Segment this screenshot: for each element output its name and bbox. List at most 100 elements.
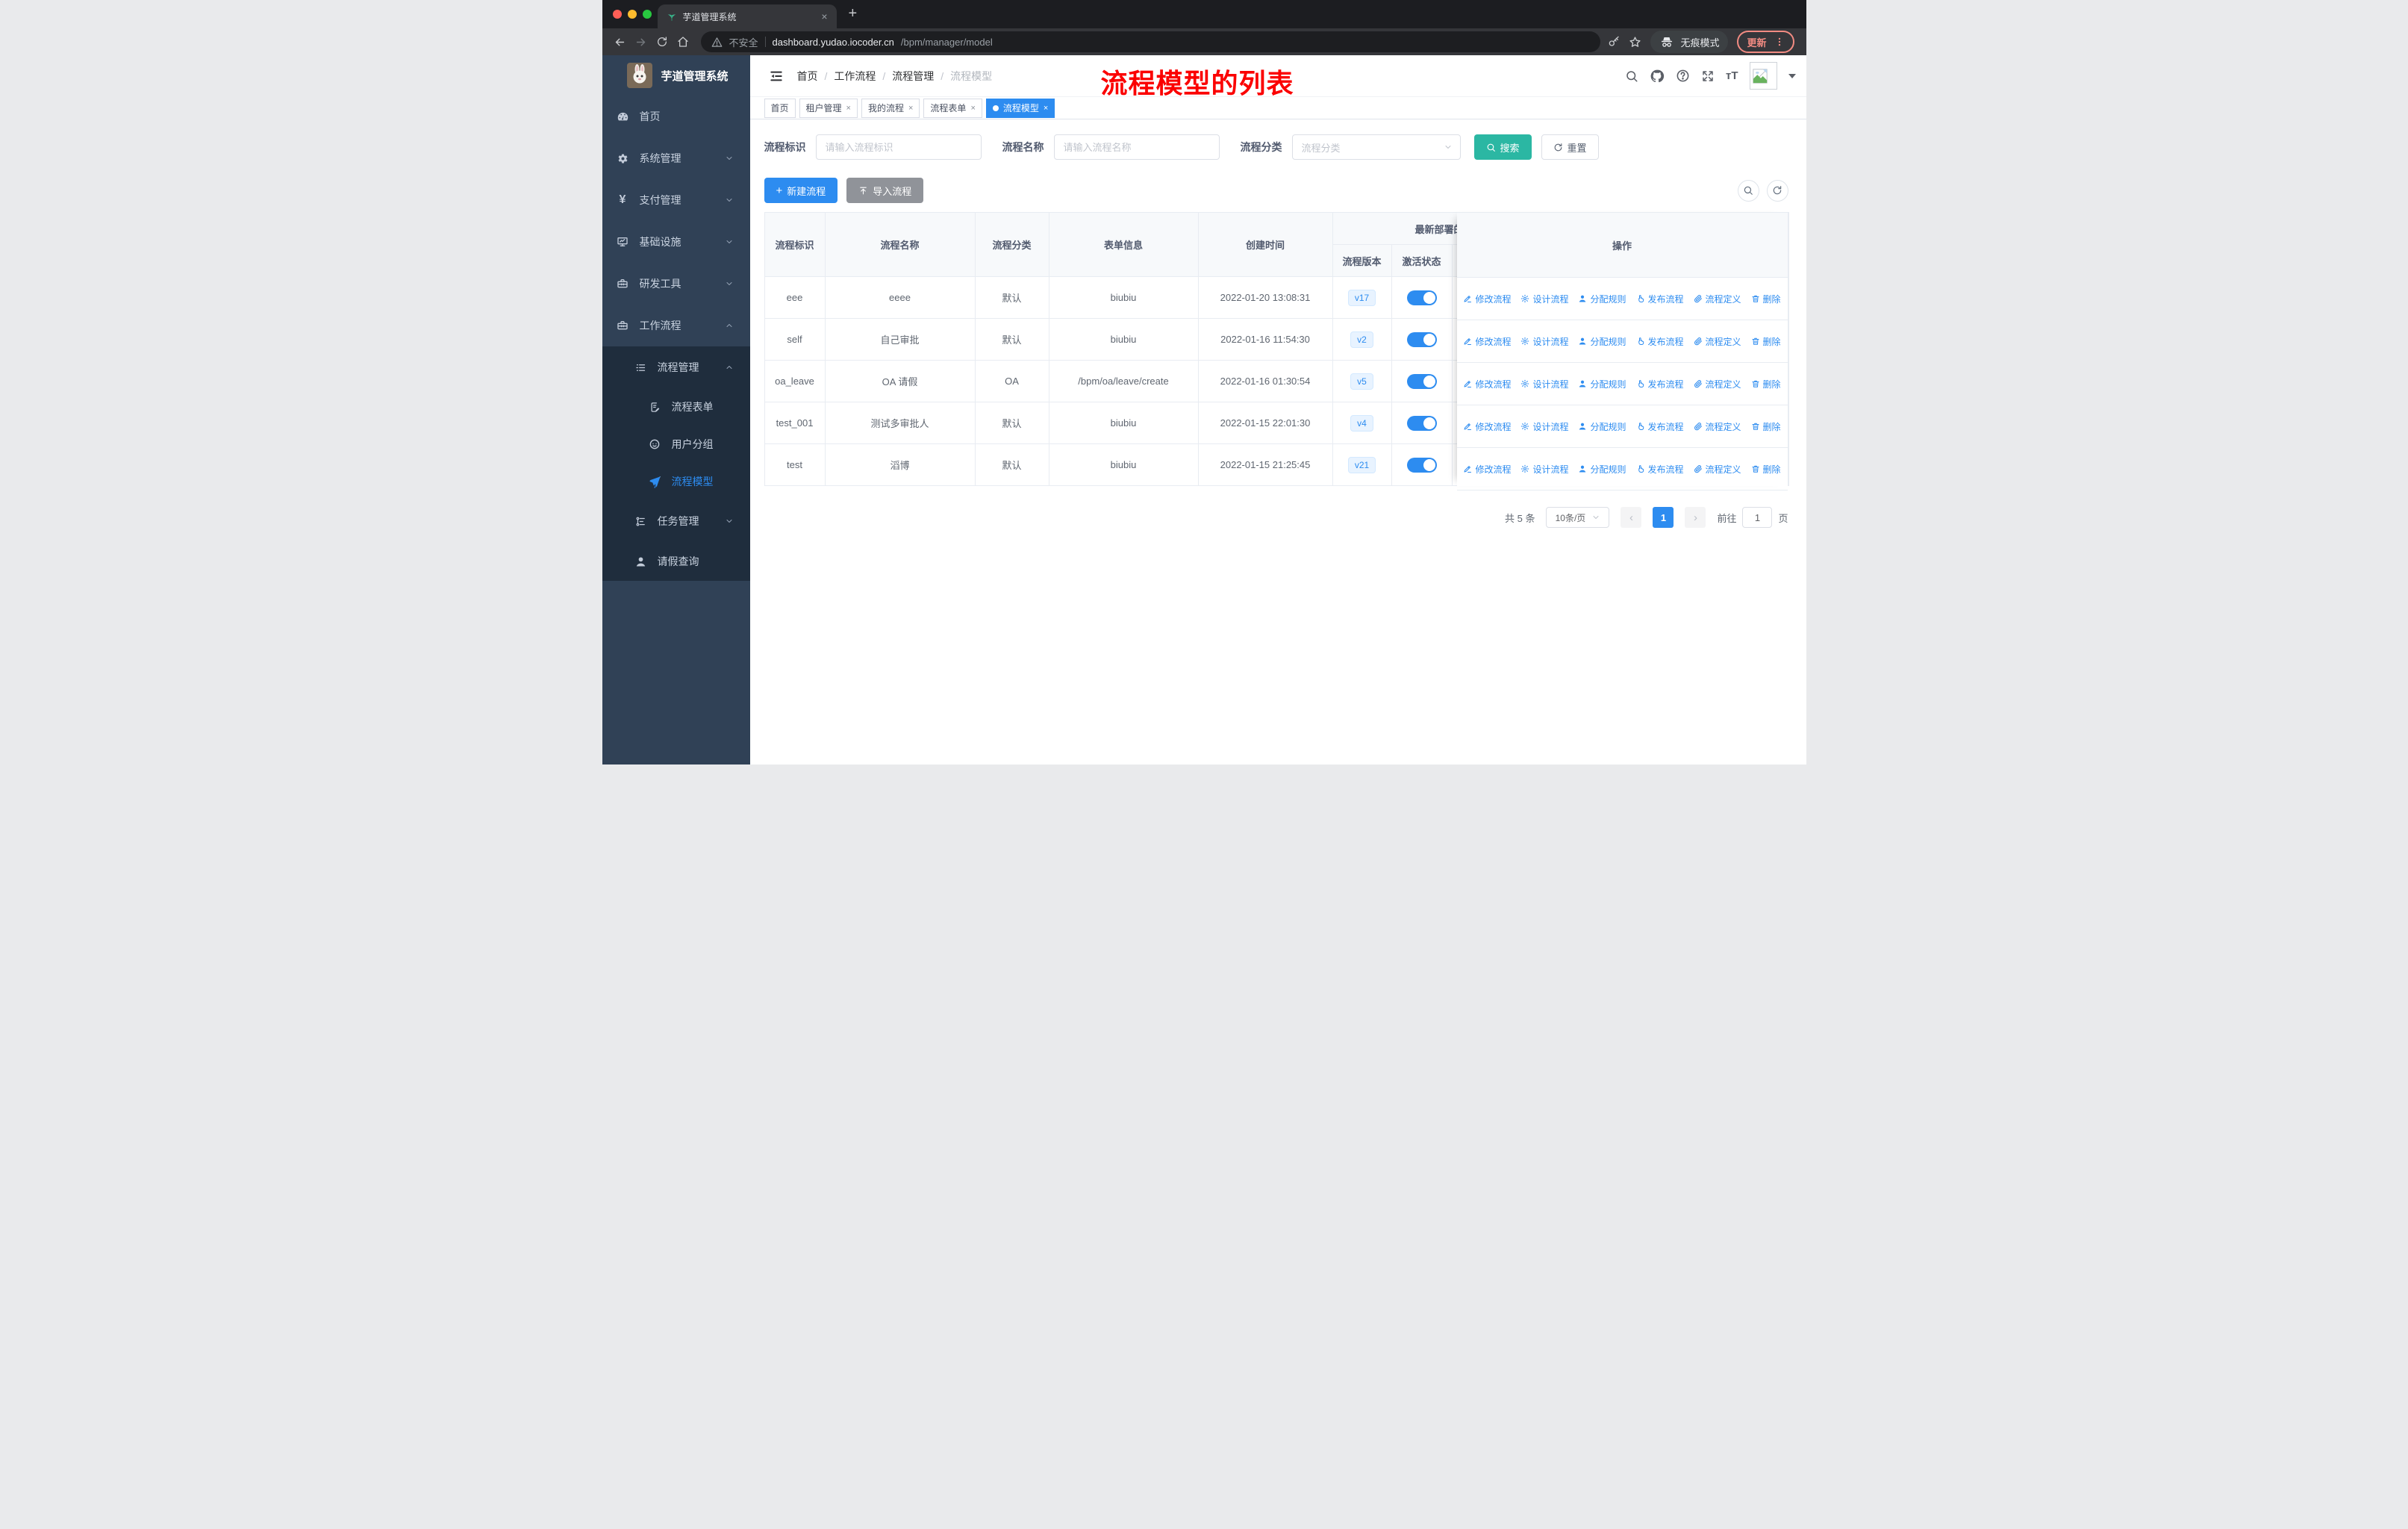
- address-bar[interactable]: 不安全 dashboard.yudao.iocoder.cn/bpm/manag…: [700, 31, 1601, 52]
- action-edit-link[interactable]: 修改流程: [1463, 463, 1511, 476]
- cell-process-name-link[interactable]: 滔博: [824, 443, 976, 486]
- show-search-toggle-button[interactable]: [1737, 179, 1759, 202]
- cell-process-name-link[interactable]: eeee: [824, 276, 976, 319]
- search-button[interactable]: 搜索: [1473, 134, 1532, 160]
- action-delete-link[interactable]: 删除: [1751, 293, 1781, 305]
- action-definition-link[interactable]: 流程定义: [1694, 293, 1741, 305]
- minimize-window-button[interactable]: [627, 10, 637, 19]
- action-edit-link[interactable]: 修改流程: [1463, 293, 1511, 305]
- sidebar-item-infrastructure[interactable]: 基础设施: [602, 221, 750, 263]
- breadcrumb-item[interactable]: 工作流程: [834, 69, 876, 84]
- refresh-table-button[interactable]: [1766, 179, 1788, 202]
- sidebar-fold-icon[interactable]: [769, 69, 784, 84]
- avatar-caret-icon[interactable]: [1788, 73, 1796, 78]
- action-design-link[interactable]: 设计流程: [1520, 293, 1568, 305]
- reload-icon[interactable]: [652, 31, 673, 52]
- maximize-window-button[interactable]: [642, 10, 652, 19]
- prev-page-button[interactable]: ‹: [1621, 507, 1642, 528]
- browser-tab[interactable]: 芋道管理系统 ×: [657, 4, 837, 28]
- sidebar-item-leave-query[interactable]: 请假查询: [602, 542, 750, 581]
- action-definition-link[interactable]: 流程定义: [1694, 420, 1741, 433]
- tag-close-icon[interactable]: ×: [846, 104, 851, 113]
- tag-close-icon[interactable]: ×: [908, 104, 913, 113]
- import-process-button[interactable]: 导入流程: [846, 178, 924, 203]
- action-definition-link[interactable]: 流程定义: [1694, 378, 1741, 390]
- tag-view-item[interactable]: 流程表单 ×: [923, 98, 982, 118]
- sidebar-item-process-management[interactable]: 流程管理: [602, 346, 750, 388]
- action-assign-rule-link[interactable]: 分配规则: [1578, 420, 1626, 433]
- action-assign-rule-link[interactable]: 分配规则: [1578, 335, 1626, 348]
- sidebar-item-dev-tools[interactable]: 研发工具: [602, 263, 750, 305]
- user-avatar[interactable]: [1749, 62, 1777, 90]
- sidebar-item-task-management[interactable]: 任务管理: [602, 500, 750, 542]
- reset-button[interactable]: 重置: [1541, 134, 1599, 160]
- action-assign-rule-link[interactable]: 分配规则: [1578, 463, 1626, 476]
- active-toggle[interactable]: [1406, 331, 1437, 347]
- action-assign-rule-link[interactable]: 分配规则: [1578, 378, 1626, 390]
- new-tab-button[interactable]: +: [849, 5, 858, 22]
- action-design-link[interactable]: 设计流程: [1520, 378, 1568, 390]
- cell-form-link[interactable]: biubiu: [1048, 443, 1199, 486]
- tag-close-icon[interactable]: ×: [970, 104, 975, 113]
- cell-process-name-link[interactable]: 自己审批: [824, 318, 976, 361]
- sidebar-item-process-form[interactable]: 流程表单: [602, 388, 750, 426]
- action-edit-link[interactable]: 修改流程: [1463, 335, 1511, 348]
- action-delete-link[interactable]: 删除: [1751, 463, 1781, 476]
- active-toggle[interactable]: [1406, 457, 1437, 473]
- back-icon[interactable]: [610, 31, 631, 52]
- tag-view-item[interactable]: 我的流程 ×: [861, 98, 920, 118]
- forward-icon[interactable]: [631, 31, 652, 52]
- action-definition-link[interactable]: 流程定义: [1694, 335, 1741, 348]
- cell-form-link[interactable]: biubiu: [1048, 402, 1199, 444]
- active-toggle[interactable]: [1406, 373, 1437, 389]
- goto-page-input[interactable]: [1742, 507, 1773, 528]
- sidebar-item-system-management[interactable]: 系统管理: [602, 137, 750, 179]
- cell-form-link[interactable]: biubiu: [1048, 318, 1199, 361]
- key-icon[interactable]: [1608, 36, 1620, 48]
- action-deploy-link[interactable]: 发布流程: [1636, 378, 1684, 390]
- action-delete-link[interactable]: 删除: [1751, 378, 1781, 390]
- action-design-link[interactable]: 设计流程: [1520, 420, 1568, 433]
- sidebar-item-process-model[interactable]: 流程模型: [602, 463, 750, 500]
- create-process-button[interactable]: + 新建流程: [764, 178, 838, 203]
- category-select[interactable]: 流程分类: [1291, 134, 1461, 160]
- process-id-input[interactable]: [815, 134, 982, 160]
- active-toggle[interactable]: [1406, 415, 1437, 431]
- search-icon[interactable]: [1625, 69, 1638, 83]
- sidebar-item-payment-management[interactable]: ¥ 支付管理: [602, 179, 750, 221]
- action-design-link[interactable]: 设计流程: [1520, 463, 1568, 476]
- github-icon[interactable]: [1650, 69, 1665, 84]
- action-deploy-link[interactable]: 发布流程: [1636, 335, 1684, 348]
- font-size-icon[interactable]: тT: [1726, 69, 1738, 82]
- next-page-button[interactable]: ›: [1685, 507, 1706, 528]
- cell-form-link[interactable]: biubiu: [1048, 276, 1199, 319]
- cell-process-name-link[interactable]: OA 请假: [824, 360, 976, 402]
- tag-view-active[interactable]: 流程模型 ×: [985, 98, 1055, 118]
- bookmark-star-icon[interactable]: [1629, 36, 1641, 49]
- tag-view-item[interactable]: 租户管理 ×: [799, 98, 858, 118]
- action-deploy-link[interactable]: 发布流程: [1636, 293, 1684, 305]
- help-icon[interactable]: [1676, 69, 1690, 83]
- browser-menu-dots-icon[interactable]: [1774, 36, 1785, 48]
- browser-update-button[interactable]: 更新: [1737, 31, 1794, 53]
- close-window-button[interactable]: [612, 10, 622, 19]
- action-edit-link[interactable]: 修改流程: [1463, 420, 1511, 433]
- sidebar-item-home[interactable]: 首页: [602, 96, 750, 137]
- action-deploy-link[interactable]: 发布流程: [1636, 420, 1684, 433]
- sidebar-item-workflow[interactable]: 工作流程: [602, 305, 750, 346]
- action-assign-rule-link[interactable]: 分配规则: [1578, 293, 1626, 305]
- action-design-link[interactable]: 设计流程: [1520, 335, 1568, 348]
- action-delete-link[interactable]: 删除: [1751, 420, 1781, 433]
- cell-process-name-link[interactable]: 测试多审批人: [824, 402, 976, 444]
- breadcrumb-item[interactable]: 首页: [797, 69, 818, 84]
- sidebar-item-user-group[interactable]: 用户分组: [602, 426, 750, 463]
- tag-view-item[interactable]: 首页: [764, 98, 796, 118]
- home-icon[interactable]: [673, 31, 693, 52]
- action-delete-link[interactable]: 删除: [1751, 335, 1781, 348]
- action-deploy-link[interactable]: 发布流程: [1636, 463, 1684, 476]
- fullscreen-icon[interactable]: [1701, 69, 1715, 83]
- cell-form-link[interactable]: /bpm/oa/leave/create: [1048, 360, 1199, 402]
- breadcrumb-item[interactable]: 流程管理: [892, 69, 934, 84]
- process-name-input[interactable]: [1053, 134, 1220, 160]
- incognito-badge[interactable]: 无痕模式: [1650, 31, 1729, 53]
